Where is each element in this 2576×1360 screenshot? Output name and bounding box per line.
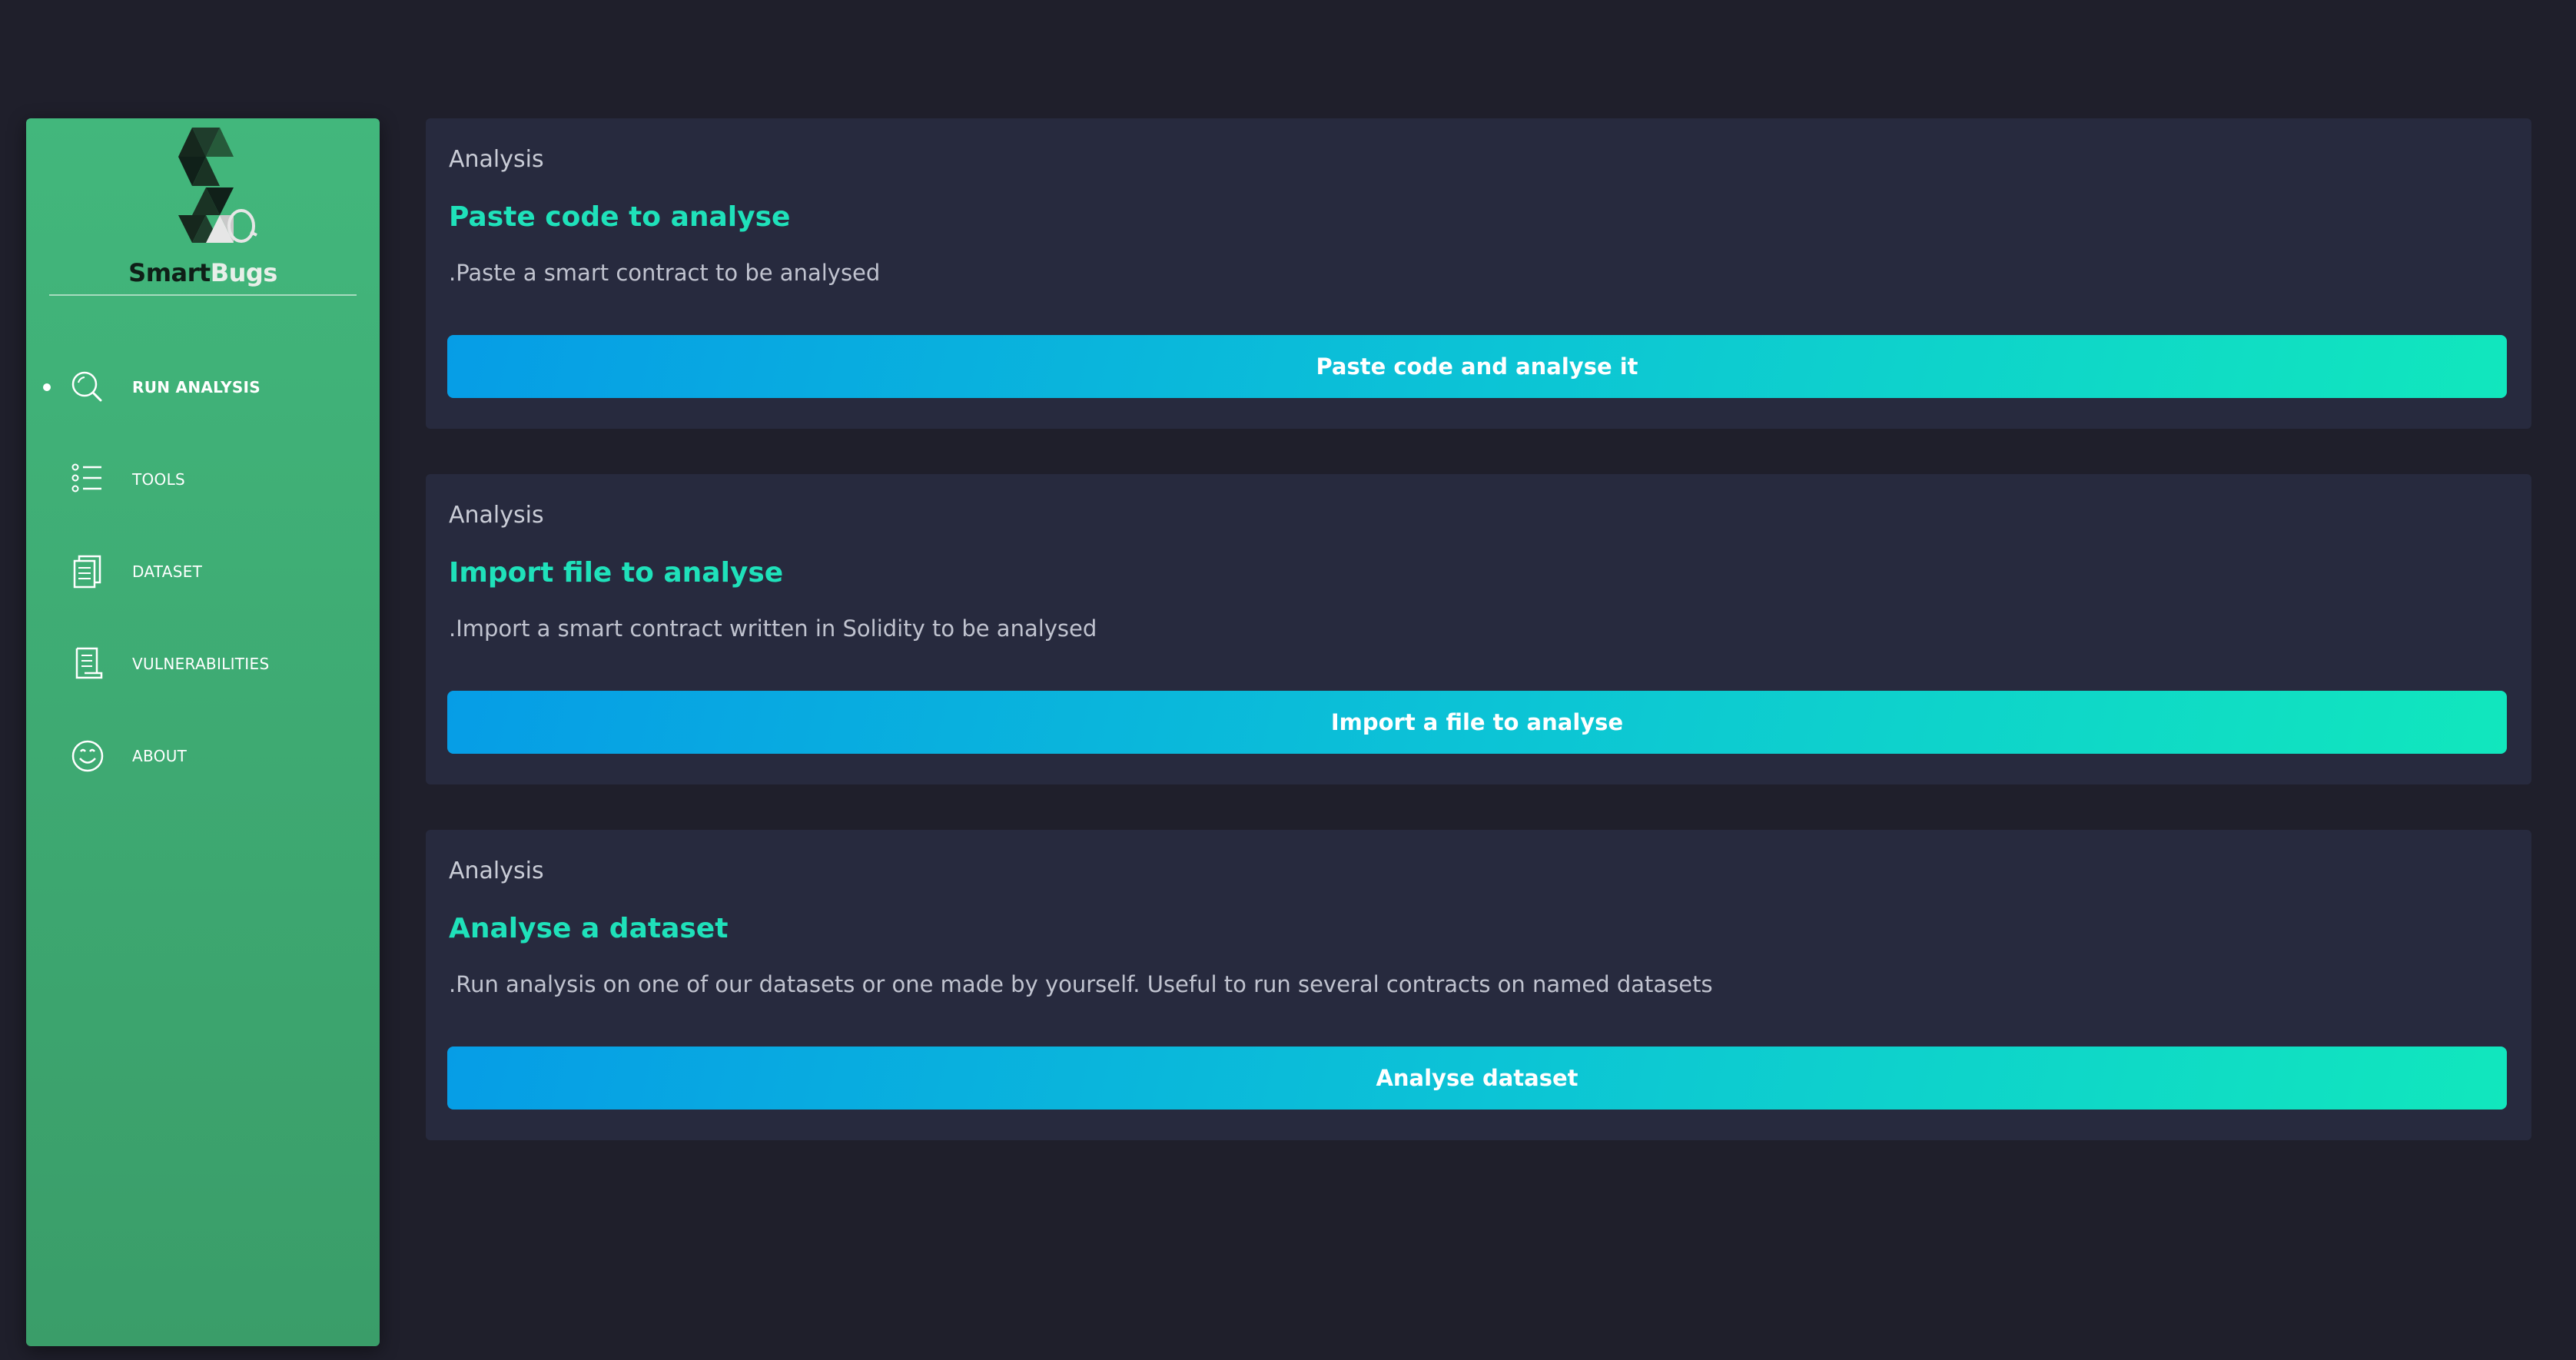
analyse-dataset-button[interactable]: Analyse dataset xyxy=(447,1047,2507,1110)
card-eyebrow: Analysis xyxy=(449,502,544,529)
sidebar-item-label: RUN ANALYSIS xyxy=(132,378,261,396)
sidebar-item-vulnerabilities[interactable]: VULNERABILITIES xyxy=(26,618,380,710)
sidebar-item-tools[interactable]: TOOLS xyxy=(26,433,380,526)
sidebar-item-label: TOOLS xyxy=(132,470,186,489)
sidebar-item-about[interactable]: ABOUT xyxy=(26,710,380,802)
card-description: .Run analysis on one of our datasets or … xyxy=(449,971,1713,997)
smiley-icon xyxy=(71,740,104,772)
search-icon xyxy=(71,371,102,402)
card-paste-code: Analysis Paste code to analyse .Paste a … xyxy=(426,118,2531,429)
scroll-icon xyxy=(75,647,103,679)
sidebar-item-label: ABOUT xyxy=(132,747,188,765)
card-eyebrow: Analysis xyxy=(449,857,544,884)
sidebar-nav: RUN ANALYSIS TOOLS DATASET VULNERABILITI… xyxy=(26,341,380,802)
paste-code-button[interactable]: Paste code and analyse it xyxy=(447,335,2507,398)
card-import-file: Analysis Import file to analyse .Import … xyxy=(426,474,2531,784)
sidebar: SmartBugs RUN ANALYSIS TOOLS DATASET VUL… xyxy=(26,118,380,1346)
smartbugs-logo[interactable]: SmartBugs xyxy=(26,128,380,289)
sidebar-item-dataset[interactable]: DATASET xyxy=(26,526,380,618)
sidebar-item-label: VULNERABILITIES xyxy=(132,655,270,673)
import-file-button[interactable]: Import a file to analyse xyxy=(447,691,2507,754)
sidebar-item-label: DATASET xyxy=(132,562,203,581)
active-indicator-dot xyxy=(43,383,51,391)
card-title: Paste code to analyse xyxy=(449,201,791,233)
card-title: Import file to analyse xyxy=(449,557,784,589)
card-eyebrow: Analysis xyxy=(449,146,544,173)
logo-text: SmartBugs xyxy=(26,258,380,287)
sidebar-item-run-analysis[interactable]: RUN ANALYSIS xyxy=(26,341,380,433)
logo-text-bugs: Bugs xyxy=(210,258,278,287)
sidebar-divider xyxy=(49,294,357,296)
logo-text-smart: Smart xyxy=(128,258,211,287)
list-icon xyxy=(71,463,101,493)
card-description: .Import a smart contract written in Soli… xyxy=(449,615,1097,642)
card-title: Analyse a dataset xyxy=(449,913,729,944)
document-icon xyxy=(73,555,101,589)
card-analyse-dataset: Analysis Analyse a dataset .Run analysis… xyxy=(426,830,2531,1140)
logo-icon xyxy=(178,128,257,243)
card-description: .Paste a smart contract to be analysed xyxy=(449,260,881,286)
